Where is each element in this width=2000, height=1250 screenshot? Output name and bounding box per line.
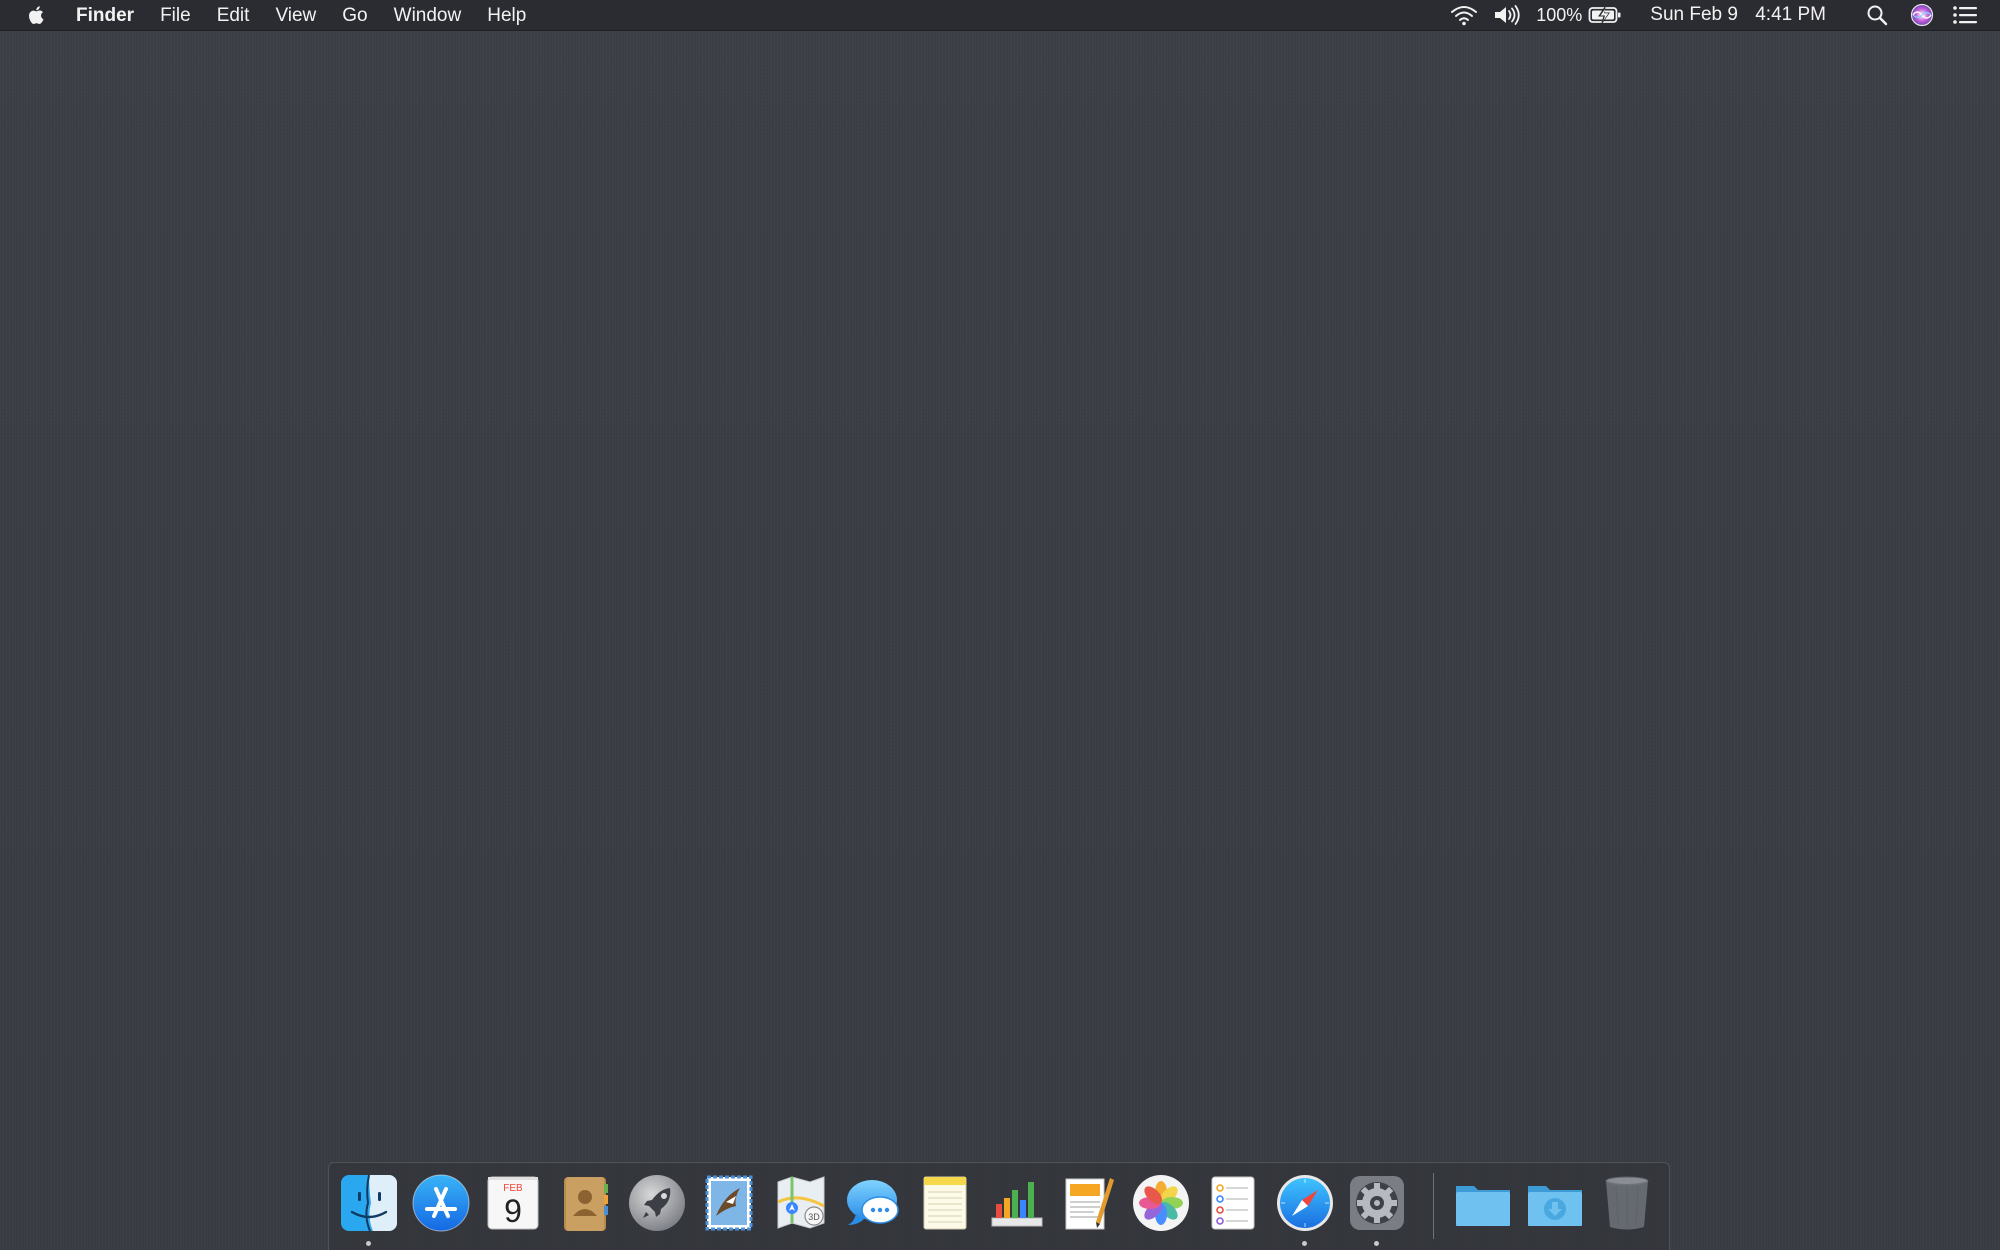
numbers-icon[interactable] xyxy=(986,1172,1048,1234)
siri-icon[interactable] xyxy=(1910,3,1934,27)
calendar-icon[interactable]: FEB 9 xyxy=(482,1172,544,1234)
clock-date: Sun Feb 9 xyxy=(1650,4,1738,25)
battery-charging-icon[interactable] xyxy=(1588,5,1622,25)
reminders-icon[interactable] xyxy=(1202,1172,1264,1234)
downloads-folder-icon[interactable] xyxy=(1524,1172,1586,1234)
trash-icon[interactable] xyxy=(1596,1172,1658,1234)
desktop-background xyxy=(0,0,2000,1250)
notes-icon[interactable] xyxy=(914,1172,976,1234)
battery-percent[interactable]: 100% xyxy=(1536,5,1582,26)
launchpad-icon[interactable] xyxy=(626,1172,688,1234)
safari-icon[interactable] xyxy=(1274,1172,1336,1234)
finder-running-indicator xyxy=(366,1241,371,1246)
clock-time: 4:41 PM xyxy=(1755,4,1826,25)
menu-file[interactable]: File xyxy=(160,0,191,31)
svg-text:3D: 3D xyxy=(808,1212,820,1222)
menu-go[interactable]: Go xyxy=(342,0,367,31)
menu-edit[interactable]: Edit xyxy=(217,0,250,31)
menu-app-finder[interactable]: Finder xyxy=(76,0,134,31)
maps-icon[interactable]: 3D xyxy=(770,1172,832,1234)
mail-icon[interactable] xyxy=(698,1172,760,1234)
system-preferences-icon[interactable] xyxy=(1346,1172,1408,1234)
menu-window[interactable]: Window xyxy=(394,0,462,31)
safari-running-indicator xyxy=(1302,1241,1307,1246)
spotlight-search-icon[interactable] xyxy=(1866,4,1888,26)
apple-icon[interactable] xyxy=(26,3,50,27)
wifi-icon[interactable] xyxy=(1450,4,1478,26)
menubar-clock[interactable]: Sun Feb 9 4:41 PM xyxy=(1650,4,1826,26)
pages-icon[interactable] xyxy=(1058,1172,1120,1234)
dock-separator xyxy=(1433,1173,1434,1239)
messages-icon[interactable] xyxy=(842,1172,904,1234)
menu-view[interactable]: View xyxy=(275,0,316,31)
volume-icon[interactable] xyxy=(1492,4,1522,26)
menu-bar: Finder File Edit View Go Window Help 100… xyxy=(0,0,2000,31)
finder-icon[interactable] xyxy=(338,1172,400,1234)
system-preferences-running-indicator xyxy=(1374,1241,1379,1246)
contacts-icon[interactable] xyxy=(554,1172,616,1234)
applications-folder-icon[interactable] xyxy=(1452,1172,1514,1234)
menu-help[interactable]: Help xyxy=(487,0,526,31)
calendar-day: 9 xyxy=(504,1193,522,1229)
app-store-icon[interactable] xyxy=(410,1172,472,1234)
notification-center-icon[interactable] xyxy=(1952,5,1978,25)
photos-icon[interactable] xyxy=(1130,1172,1192,1234)
